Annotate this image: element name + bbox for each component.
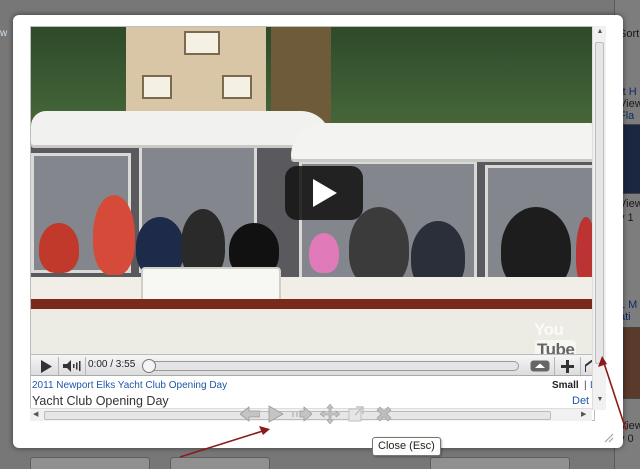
background-left-text: w (0, 28, 8, 39)
vertical-scrollbar[interactable]: ▲ ▼ (592, 26, 606, 410)
close-button[interactable] (373, 403, 395, 425)
background-tabs (0, 455, 640, 469)
chevron-up-icon (530, 360, 550, 372)
video-title-link[interactable]: 2011 Newport Elks Yacht Club Opening Day (32, 380, 227, 391)
background-thumbnail (623, 327, 640, 399)
player-play-button[interactable] (37, 358, 55, 374)
slideshow-play-button[interactable] (265, 403, 287, 425)
quality-selected[interactable]: Small (552, 380, 579, 391)
speaker-icon (63, 360, 81, 372)
lightbox-dialog: YouTube 0:00 / 3:55 2011 Newport Elks Ya… (13, 15, 623, 448)
play-icon (41, 359, 52, 373)
progress-knob[interactable] (142, 359, 156, 373)
resize-grip[interactable] (602, 430, 614, 443)
lightbox-content: YouTube 0:00 / 3:55 2011 Newport Elks Ya… (30, 26, 595, 421)
scroll-up-arrow[interactable]: ▲ (595, 28, 605, 35)
move-icon (320, 404, 340, 424)
slideshow-play-icon (268, 405, 284, 423)
lightbox-nav-toolbar (239, 403, 399, 427)
player-controls: 0:00 / 3:55 (31, 354, 594, 376)
resize-grip-icon (604, 433, 614, 443)
close-tooltip: Close (Esc) (372, 437, 441, 456)
video-play-button[interactable] (285, 166, 363, 220)
video-title: Yacht Club Opening Day (32, 394, 169, 408)
move-button[interactable] (319, 403, 341, 425)
open-external-button[interactable] (345, 403, 367, 425)
external-link-icon (348, 406, 364, 422)
player-time: 0:00 / 3:55 (88, 359, 136, 370)
add-to-button[interactable] (558, 358, 576, 374)
progress-bar[interactable] (142, 359, 519, 373)
next-button[interactable] (291, 403, 313, 425)
scroll-left-arrow[interactable]: ◀ (33, 410, 38, 418)
previous-button[interactable] (239, 403, 261, 425)
arrow-left-icon (240, 406, 260, 422)
vertical-scroll-thumb[interactable] (595, 42, 604, 364)
close-icon (376, 406, 392, 422)
play-icon (313, 179, 337, 207)
arrow-next-icon (292, 406, 312, 422)
volume-button[interactable] (61, 358, 83, 374)
youtube-watermark[interactable]: YouTube (534, 320, 594, 354)
scroll-down-arrow[interactable]: ▼ (595, 396, 605, 403)
expand-player-button[interactable] (529, 358, 551, 374)
plus-icon (560, 359, 574, 373)
video-frame[interactable]: YouTube (31, 27, 594, 354)
scroll-right-arrow[interactable]: ▶ (581, 410, 586, 418)
background-thumbnail (623, 124, 640, 194)
details-link[interactable]: Det (572, 395, 589, 407)
video-caption-row: 2011 Newport Elks Yacht Club Opening Day… (31, 380, 594, 393)
quality-separator: | (584, 380, 587, 391)
